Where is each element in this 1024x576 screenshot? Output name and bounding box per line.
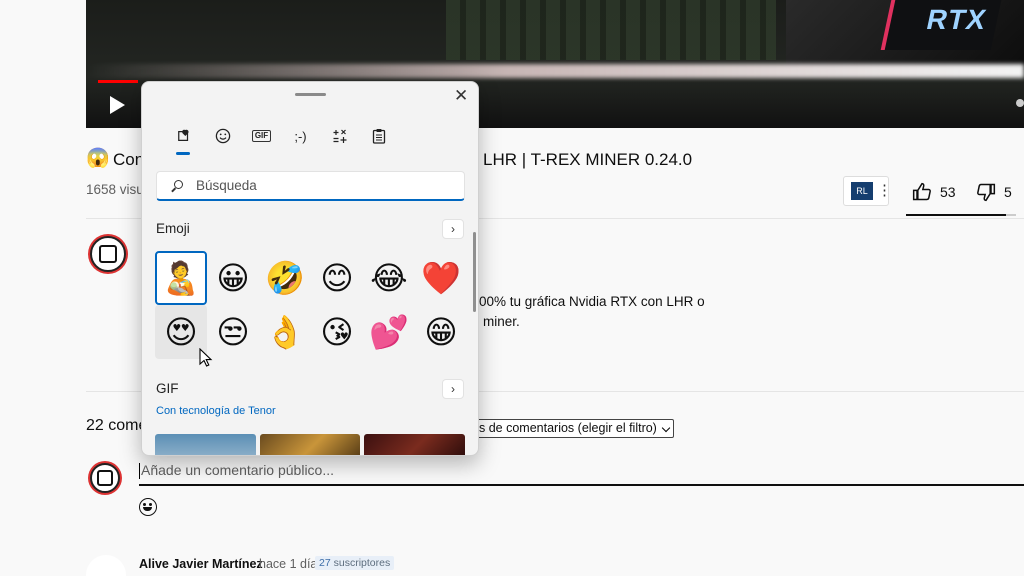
gif-thumbnail[interactable] xyxy=(155,434,256,455)
tab-clipboard[interactable] xyxy=(359,125,398,147)
emoji-option[interactable]: ❤️ xyxy=(415,251,467,305)
tab-recent[interactable] xyxy=(164,125,203,155)
symbols-icon xyxy=(333,129,346,143)
search-icon xyxy=(174,180,183,189)
drag-handle[interactable] xyxy=(295,93,326,96)
description-line: miner. xyxy=(483,314,520,329)
sentiment-bar-fill xyxy=(906,214,1007,216)
emoji-option[interactable]: 😘 xyxy=(311,305,363,359)
emoji-option[interactable]: 😀 xyxy=(207,251,259,305)
gif-thumbnail[interactable] xyxy=(364,434,465,455)
emoji-option[interactable]: 🤣 xyxy=(259,251,311,305)
video-progress-bar[interactable] xyxy=(98,80,138,83)
tab-emoji[interactable] xyxy=(203,125,242,147)
scrubber-dot[interactable] xyxy=(1016,99,1024,107)
comment-placeholder: Añade un comentario público... xyxy=(141,462,335,478)
user-avatar xyxy=(90,463,120,493)
emoji-section-title: Emoji xyxy=(156,221,190,236)
clipboard-icon xyxy=(372,129,385,144)
tab-kaomoji[interactable]: ;-) xyxy=(281,125,320,147)
comment-author[interactable]: Alive Javier Martínez xyxy=(139,557,263,571)
description-line: 00% tu gráfica Nvidia RTX con LHR o xyxy=(479,294,705,309)
video-title-start: Con xyxy=(113,150,145,169)
emoji-option[interactable]: 😊 xyxy=(311,251,363,305)
emoji-grid: 🧑‍🍼 😀 🤣 😊 😂 ❤️ 😍 😒 👌 😘 💕 😁 xyxy=(155,251,467,359)
comment-filter-select[interactable]: s de comentarios (elegir el filtro) xyxy=(476,419,674,438)
emoji-option[interactable]: 😁 xyxy=(415,305,467,359)
emoji-search-input[interactable]: Búsqueda xyxy=(156,171,465,201)
rtx-logo: RTX xyxy=(880,0,1002,50)
like-count: 53 xyxy=(940,184,956,200)
search-placeholder: Búsqueda xyxy=(196,178,257,193)
subscriber-label: suscriptores xyxy=(333,557,391,569)
more-options-icon[interactable]: ⋮ xyxy=(877,181,892,199)
sentiment-bar xyxy=(906,214,1016,216)
panel-scrollbar[interactable] xyxy=(473,232,476,312)
mouse-cursor-icon xyxy=(199,348,213,367)
emoji-picker-icon[interactable] xyxy=(139,498,157,516)
save-menu-button[interactable]: RL ⋮ xyxy=(843,176,892,206)
tenor-credit[interactable]: Con tecnología de Tenor xyxy=(156,405,276,417)
gif-more-button[interactable]: › xyxy=(442,379,464,399)
thumbs-up-icon xyxy=(912,182,931,201)
emoji-option[interactable]: 🧑‍🍼 xyxy=(155,251,207,305)
channel-badge-icon: RL xyxy=(851,182,873,200)
heart-sticker-icon xyxy=(177,129,189,141)
gif-thumbnail[interactable] xyxy=(260,434,360,455)
chevron-down-icon xyxy=(661,423,671,433)
dislike-count: 5 xyxy=(1004,184,1012,200)
emoji-option[interactable]: 💕 xyxy=(363,305,415,359)
video-light-streak xyxy=(86,64,1024,78)
like-button[interactable]: 53 xyxy=(912,182,956,202)
gif-section-title: GIF xyxy=(156,381,179,396)
smiley-icon xyxy=(215,128,230,144)
close-icon[interactable]: ✕ xyxy=(454,86,468,106)
youtube-page: RTX 😱 Con LHR | T-REX MINER 0.24.0 1658 … xyxy=(0,0,1024,576)
view-count: 1658 visu xyxy=(86,182,144,197)
play-icon[interactable] xyxy=(110,96,125,114)
emoji-option[interactable]: 😒 xyxy=(207,305,259,359)
circuit-icon xyxy=(97,470,113,486)
channel-avatar[interactable] xyxy=(90,236,126,272)
thumbs-down-icon xyxy=(977,183,996,202)
gif-icon: GIF xyxy=(251,130,272,142)
tab-symbols[interactable] xyxy=(320,125,359,147)
emoji-more-button[interactable]: › xyxy=(442,219,464,239)
video-title-end: LHR | T-REX MINER 0.24.0 xyxy=(483,150,693,169)
commenter-avatar[interactable] xyxy=(86,555,126,576)
text-caret xyxy=(139,463,140,480)
comment-input[interactable]: Añade un comentario público... xyxy=(139,460,1024,486)
emoji-option[interactable]: 😂 xyxy=(363,251,415,305)
filter-select-label: s de comentarios (elegir el filtro) xyxy=(479,421,657,435)
emoji-panel: ✕ GIF ;-) Búsqueda Emoji › 🧑‍🍼 😀 🤣 😊 😂 ❤️ xyxy=(141,81,479,456)
dislike-button[interactable]: 5 xyxy=(976,182,1012,202)
emoji-panel-tabs: GIF ;-) xyxy=(164,125,398,155)
subscriber-badge: 27 suscriptores xyxy=(315,556,395,570)
circuit-icon xyxy=(99,245,117,263)
subscriber-count: 27 xyxy=(319,557,331,569)
kaomoji-icon: ;-) xyxy=(294,128,307,144)
title-emoji: 😱 xyxy=(86,148,110,169)
tab-gif[interactable]: GIF xyxy=(242,125,281,147)
emoji-option[interactable]: 👌 xyxy=(259,305,311,359)
comments-count: 22 come xyxy=(86,417,148,434)
comment-time[interactable]: hace 1 día xyxy=(259,557,317,571)
video-frame-graphic xyxy=(446,0,776,60)
